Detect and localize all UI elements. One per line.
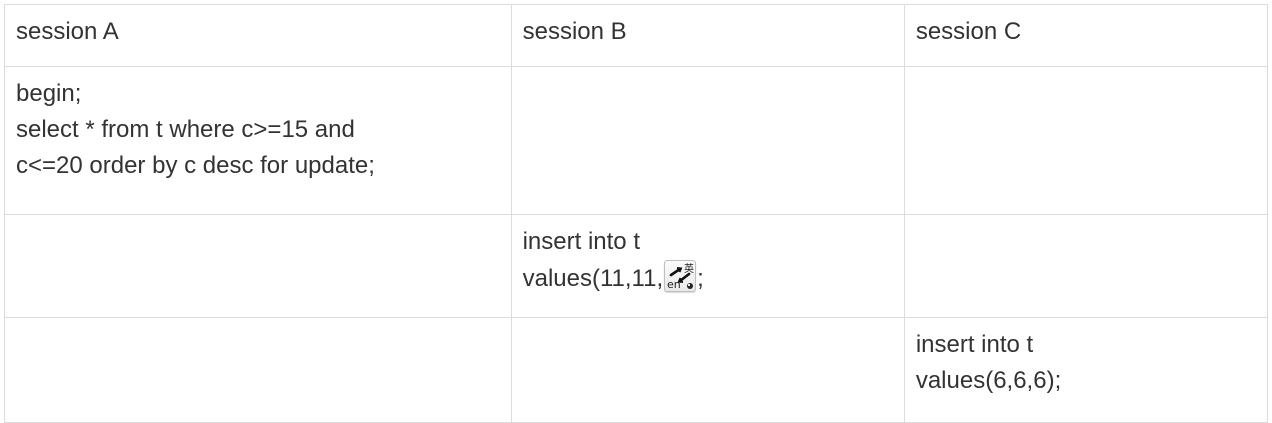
table-row: insert into t values(11,11, 英 en ; bbox=[4, 214, 1269, 318]
cell-session-a-step-3 bbox=[4, 317, 512, 423]
cell-session-c-step-3: insert into t values(6,6,6); bbox=[903, 317, 1269, 423]
sql-line-suffix: ; bbox=[697, 265, 704, 292]
cell-session-b-step-1 bbox=[510, 66, 905, 215]
header-session-b: session B bbox=[510, 4, 905, 67]
cell-session-c-step-1 bbox=[903, 66, 1269, 215]
cell-session-b-step-2: insert into t values(11,11, 英 en ; bbox=[510, 214, 905, 318]
sql-line-prefix: values(11,11, bbox=[522, 265, 664, 292]
header-session-c: session C bbox=[903, 4, 1269, 67]
table-row: insert into t values(6,6,6); bbox=[4, 317, 1269, 423]
sessions-table: session A session B session C begin; sel… bbox=[4, 4, 1269, 423]
header-session-a: session A bbox=[4, 4, 512, 67]
svg-text:en: en bbox=[667, 278, 681, 291]
table-header-row: session A session B session C bbox=[4, 4, 1269, 67]
ime-glyph-icon: 英 en bbox=[667, 262, 694, 291]
cell-session-a-step-1: begin; select * from t where c>=15 and c… bbox=[4, 66, 512, 215]
cell-session-b-step-3 bbox=[510, 317, 905, 423]
cell-session-a-step-2 bbox=[4, 214, 512, 318]
cell-session-c-step-2 bbox=[903, 214, 1269, 318]
sql-line: insert into t bbox=[522, 228, 640, 255]
ime-toggle-icon[interactable]: 英 en bbox=[664, 260, 697, 292]
table-row: begin; select * from t where c>=15 and c… bbox=[4, 66, 1269, 215]
